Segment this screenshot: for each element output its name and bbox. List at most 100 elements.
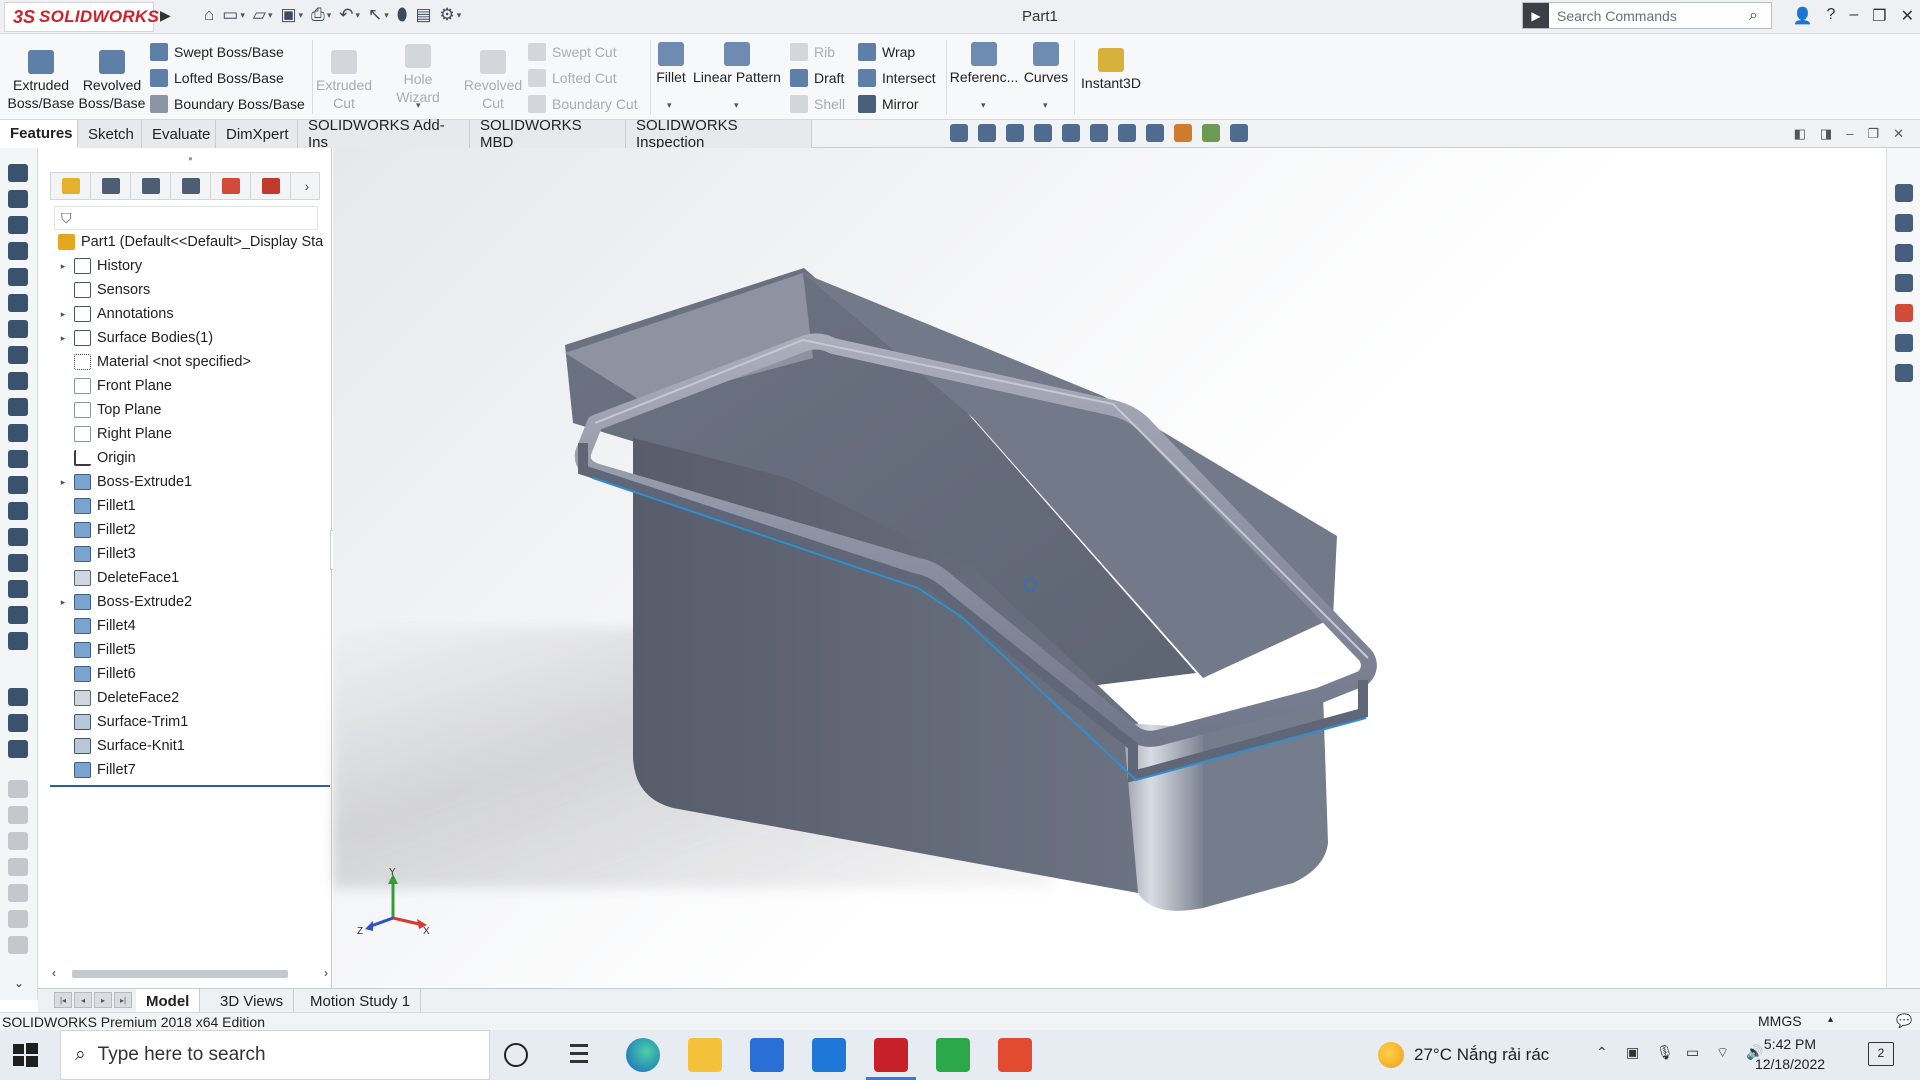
swept-boss-button[interactable]: Swept Boss/Base <box>150 40 284 64</box>
battery-icon[interactable]: ▭ <box>1686 1044 1702 1062</box>
tree-item[interactable]: Right Plane <box>52 422 330 446</box>
mail-icon[interactable] <box>812 1038 846 1072</box>
surface-loft-shortcut-icon[interactable] <box>8 714 28 732</box>
view-palette-icon[interactable] <box>1895 274 1913 292</box>
tab-addins[interactable]: SOLIDWORKS Add-Ins <box>298 117 470 151</box>
instant3d-button[interactable]: Instant3D <box>1076 48 1146 92</box>
edit-appearance-icon[interactable] <box>1174 124 1192 142</box>
lofted-cut-button[interactable]: Lofted Cut <box>528 66 617 90</box>
expand-arrow-icon[interactable]: ▸ <box>52 477 74 488</box>
tree-item[interactable]: Fillet6 <box>52 662 330 686</box>
scroll-left-icon[interactable]: ‹ <box>52 966 56 980</box>
apply-scene-icon[interactable] <box>1202 124 1220 142</box>
search-commands-box[interactable]: ▶ Search Commands ⌕ <box>1522 2 1772 29</box>
draft-button[interactable]: Draft <box>790 66 844 90</box>
more-tabs-chevron-icon[interactable]: › <box>295 173 319 199</box>
section-view-icon[interactable] <box>1034 124 1052 142</box>
first-tab-icon[interactable]: |◂ <box>54 992 72 1008</box>
draft-shortcut-icon[interactable] <box>8 398 28 416</box>
minimize-icon[interactable]: – <box>1849 6 1858 26</box>
file-properties-icon[interactable]: ▤ <box>415 5 431 25</box>
save-dropdown-icon[interactable]: ▾ <box>299 10 304 21</box>
surface-extrude-shortcut-icon[interactable] <box>8 688 28 706</box>
cortana-icon[interactable] <box>504 1043 528 1067</box>
tree-item[interactable]: Material <not specified> <box>52 350 330 374</box>
previous-view-icon[interactable] <box>1006 124 1024 142</box>
expand-arrow-icon[interactable]: ▸ <box>52 333 74 344</box>
expand-arrow-icon[interactable]: ▸ <box>52 597 74 608</box>
thicken-shortcut-icon[interactable] <box>8 832 28 850</box>
tree-horizontal-scrollbar[interactable]: ‹ › <box>52 966 328 982</box>
unit-system-selector[interactable]: MMGS <box>1758 1013 1802 1029</box>
tree-filter[interactable]: ⛉ <box>54 206 318 230</box>
shell-button[interactable]: Shell <box>790 92 845 116</box>
replace-face-shortcut-icon[interactable] <box>8 910 28 928</box>
mirror-button[interactable]: Mirror <box>858 92 919 116</box>
tree-item[interactable]: ▸ Boss-Extrude1 <box>52 470 330 494</box>
boundary-boss-button[interactable]: Boundary Boss/Base <box>150 92 305 116</box>
tab-evaluate[interactable]: Evaluate <box>142 120 216 148</box>
viewport-close-icon[interactable]: ✕ <box>1893 126 1904 142</box>
dimxpert-manager-tab[interactable] <box>171 173 211 199</box>
hole-wizard-button[interactable]: Hole Wizard <box>380 44 456 106</box>
pattern-shortcut-icon[interactable] <box>8 502 28 520</box>
view-orientation-icon[interactable] <box>1090 124 1108 142</box>
swept-cut-button[interactable]: Swept Cut <box>528 40 617 64</box>
tree-item[interactable]: Front Plane <box>52 374 330 398</box>
select-dropdown-icon[interactable]: ▾ <box>384 10 389 21</box>
display-style-icon[interactable] <box>1118 124 1136 142</box>
tree-root-part[interactable]: Part1 (Default<<Default>_Display Sta <box>52 230 330 254</box>
rollback-bar[interactable] <box>50 785 330 787</box>
revolved-boss-button[interactable]: Revolved Boss/Base <box>79 50 145 112</box>
save-icon[interactable]: ▣ <box>280 5 296 25</box>
strip-expand-icon[interactable]: ⌄ <box>14 976 24 990</box>
forum-icon[interactable] <box>1895 364 1913 382</box>
reference-geometry-button[interactable]: Referenc... <box>950 42 1018 86</box>
rebuild-traffic-light-icon[interactable]: ⬮ <box>397 5 408 25</box>
expand-arrow-icon[interactable]: ▸ <box>52 261 74 272</box>
fillet-dropdown-icon[interactable]: ▾ <box>667 100 672 111</box>
tree-item[interactable]: ▸ Surface Bodies(1) <box>52 326 330 350</box>
design-library-icon[interactable] <box>1895 214 1913 232</box>
prev-tab-icon[interactable]: ◂ <box>74 992 92 1008</box>
search-commands-input[interactable]: Search Commands <box>1549 8 1749 24</box>
rib-shortcut-icon[interactable] <box>8 372 28 390</box>
camtasia-recorder-icon[interactable] <box>936 1038 970 1072</box>
menu-expand-arrow-icon[interactable]: ▶ <box>160 7 171 24</box>
move-face-shortcut-icon[interactable] <box>8 580 28 598</box>
windows-start-icon[interactable] <box>10 1040 40 1070</box>
extruded-cut-button[interactable]: Extruded Cut <box>316 50 372 112</box>
taskbar-search-box[interactable]: ⌕ Type here to search <box>60 1030 490 1080</box>
print-icon[interactable]: ⎙ <box>311 5 325 25</box>
view-settings-icon[interactable] <box>1230 124 1248 142</box>
options-gear-icon[interactable]: ⚙ <box>440 5 455 25</box>
reference-shortcut-icon[interactable] <box>8 606 28 624</box>
scroll-thumb[interactable] <box>72 970 288 978</box>
status-tooltip-icon[interactable]: 💬 <box>1896 1013 1912 1029</box>
wrap-shortcut-icon[interactable] <box>8 424 28 442</box>
tree-item[interactable]: Fillet3 <box>52 542 330 566</box>
chamfer-shortcut-icon[interactable] <box>8 320 28 338</box>
reference-dropdown-icon[interactable]: ▾ <box>981 100 986 111</box>
tab-mbd[interactable]: SOLIDWORKS MBD <box>470 117 626 151</box>
camtasia-editor-icon[interactable] <box>998 1038 1032 1072</box>
extruded-boss-button[interactable]: Extruded Boss/Base <box>8 50 74 112</box>
property-manager-tab[interactable] <box>91 173 131 199</box>
surface-trim-shortcut-icon[interactable] <box>8 780 28 798</box>
display-manager-tab[interactable] <box>211 173 251 199</box>
offset-surface-shortcut-icon[interactable] <box>8 858 28 876</box>
tree-item[interactable]: Origin <box>52 446 330 470</box>
zoom-to-fit-icon[interactable] <box>950 124 968 142</box>
tab-motion-study[interactable]: Motion Study 1 <box>300 989 422 1013</box>
tree-item[interactable]: DeleteFace2 <box>52 686 330 710</box>
intersect-shortcut-icon[interactable] <box>8 528 28 546</box>
linear-pattern-button[interactable]: Linear Pattern <box>692 42 782 86</box>
tree-item[interactable]: Fillet5 <box>52 638 330 662</box>
cam-manager-tab[interactable] <box>251 173 291 199</box>
extrude-shortcut-icon[interactable] <box>8 164 28 182</box>
tree-item[interactable]: DeleteFace1 <box>52 566 330 590</box>
tab-dimxpert[interactable]: DimXpert <box>216 120 298 148</box>
print-dropdown-icon[interactable]: ▾ <box>327 10 332 21</box>
tree-item[interactable]: Fillet1 <box>52 494 330 518</box>
3d-model-bin[interactable] <box>333 148 1886 988</box>
